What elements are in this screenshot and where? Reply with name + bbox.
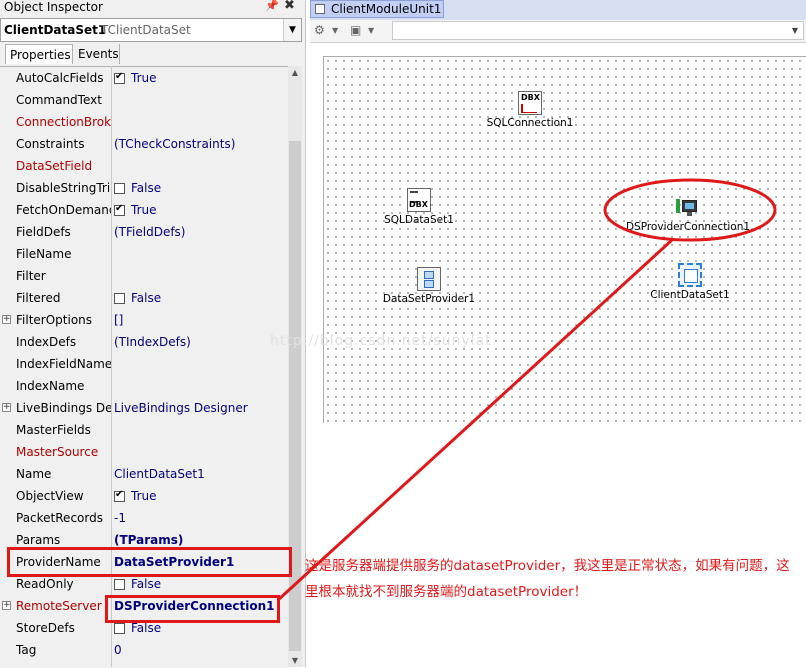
annotation-overlay bbox=[276, 178, 777, 602]
highlight-ellipse bbox=[603, 178, 777, 242]
annotation-arrow bbox=[276, 238, 674, 602]
